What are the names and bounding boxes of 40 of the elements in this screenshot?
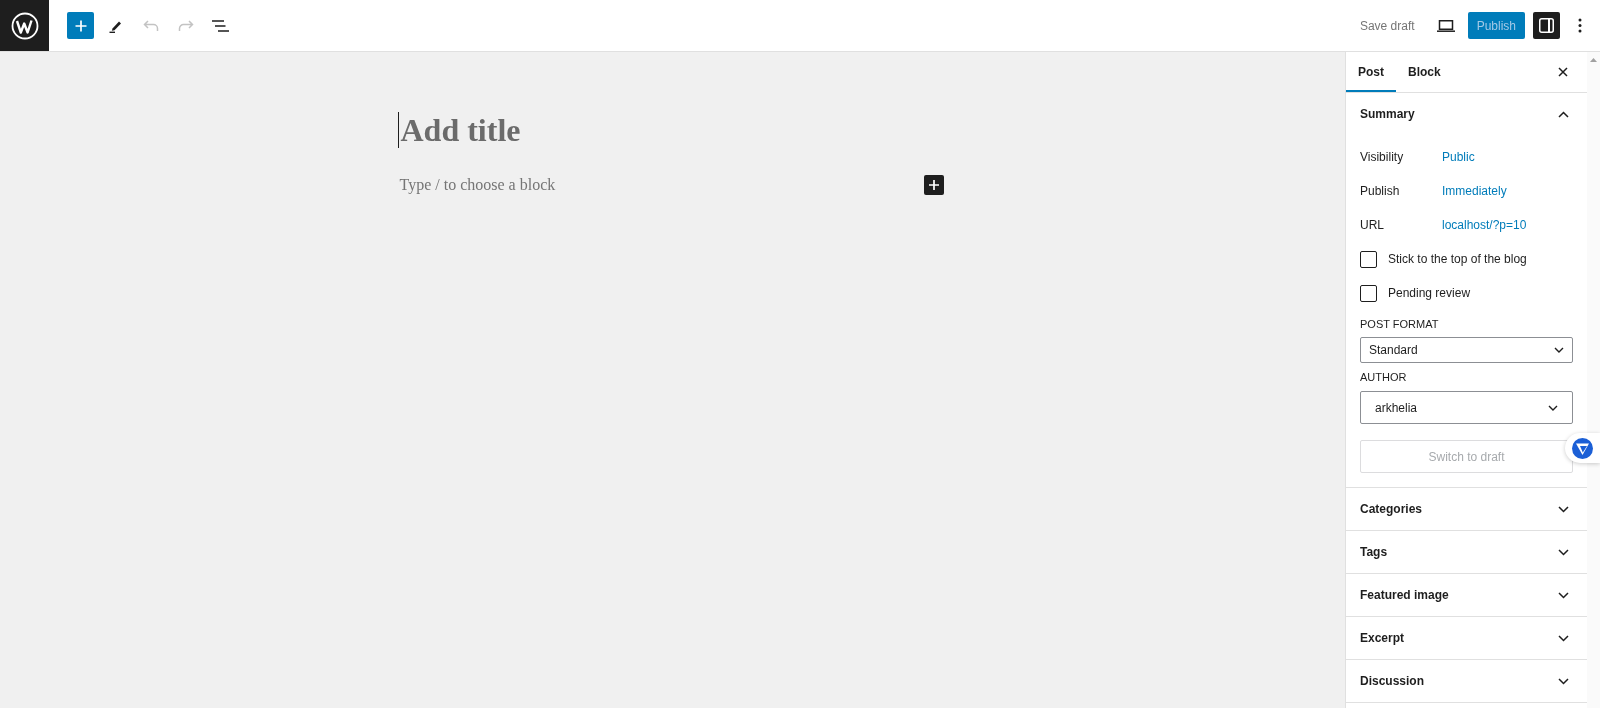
title-field[interactable]: Add title	[400, 112, 521, 148]
field-value-link[interactable]: localhost/?p=10	[1442, 218, 1527, 232]
tab[interactable]: Block	[1396, 52, 1453, 92]
field-value-link[interactable]: Immediately	[1442, 184, 1507, 198]
list-view-icon[interactable]	[212, 19, 229, 32]
logo-icon[interactable]	[0, 0, 49, 51]
laptop-icon[interactable]	[1436, 19, 1455, 32]
add-block-button[interactable]	[923, 174, 944, 195]
checkbox-label: Stick to the top of the blog	[1388, 252, 1527, 266]
more-menu-icon[interactable]	[1578, 18, 1582, 33]
select-field[interactable]: Standard	[1360, 337, 1573, 363]
triangle-badge-icon[interactable]	[1565, 433, 1600, 463]
checkbox-label: Pending review	[1388, 286, 1471, 300]
select-label: POST FORMAT	[1360, 317, 1440, 331]
chevron-down-icon	[1548, 404, 1558, 411]
paragraph-field[interactable]: Type / to choose a block	[399, 174, 556, 195]
panel-header[interactable]: Categories	[1346, 488, 1587, 530]
chevron-down-icon	[1554, 347, 1564, 353]
panel-header[interactable]: Tags	[1346, 531, 1587, 573]
combobox-field[interactable]: arkhelia	[1360, 391, 1573, 424]
save-draft-button[interactable]: Save draft	[1359, 18, 1415, 33]
field-value-link[interactable]: Public	[1442, 150, 1475, 164]
scrollbar[interactable]	[1587, 52, 1600, 708]
plus-icon	[74, 19, 87, 32]
field-label: URL	[1360, 218, 1385, 232]
checkbox[interactable]	[1360, 284, 1377, 302]
field-label: Visibility	[1360, 150, 1405, 164]
tab[interactable]: Post	[1346, 52, 1396, 92]
plus-icon	[928, 179, 939, 190]
panel-header[interactable]: Summary	[1346, 93, 1587, 135]
close-icon[interactable]	[1558, 67, 1568, 77]
settings-button[interactable]	[1533, 12, 1560, 39]
panel-header[interactable]: Excerpt	[1346, 617, 1587, 659]
sidebar-panel-icon	[1539, 18, 1554, 33]
panel-header[interactable]: Featured image	[1346, 574, 1587, 616]
field-label: Publish	[1360, 184, 1401, 198]
panel-header[interactable]: Discussion	[1346, 660, 1587, 702]
checkbox[interactable]	[1360, 250, 1377, 268]
select-label: AUTHOR	[1360, 370, 1408, 384]
text-cursor-icon	[397, 112, 399, 148]
